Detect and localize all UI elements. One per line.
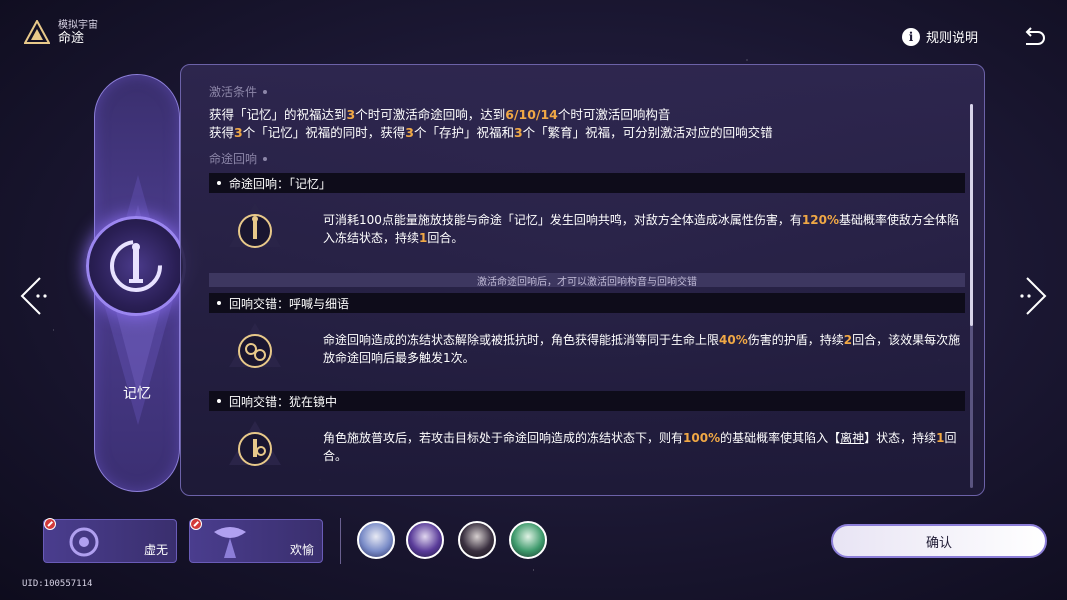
bullet-dot (217, 181, 221, 185)
team-avatar-2[interactable] (406, 521, 444, 559)
interplay2-title: 回响交错：犹在镜中 (229, 394, 338, 409)
team-avatar-4[interactable] (509, 521, 547, 559)
path-card-elation[interactable]: 欢愉 (189, 518, 323, 563)
interplay2-header: 回响交错：犹在镜中 (209, 391, 965, 411)
uid-label: UID:100557114 (22, 579, 93, 589)
interplay2-description: 角色施放普攻后，若攻击目标处于命途回响造成的冻结状态下，则有100%的基础概率使… (323, 431, 957, 463)
activation-notice: 激活命途回响后，才可以激活回响构音与回响交错 (209, 273, 965, 288)
interplay1-title: 回响交错：呼喊与细语 (229, 296, 350, 311)
bullet-dot (217, 301, 221, 305)
echo-heading: 命途回响 (209, 150, 965, 167)
path-card-name: 虚无 (143, 543, 168, 557)
page-title: 命途 (58, 30, 85, 46)
rules-button[interactable]: i 规则说明 (902, 27, 978, 46)
path-echo-header: 命途回响：「记忆」 (209, 173, 965, 193)
conditions-heading: 激活条件 (209, 83, 965, 100)
path-detail-panel: 激活条件 获得「记忆」的祝福达到3个时可激活命途回响，达到6/10/14个时可激… (180, 64, 985, 496)
previous-path-arrow[interactable] (18, 274, 54, 318)
next-path-arrow[interactable] (1013, 274, 1049, 318)
path-name-label: 记忆 (123, 386, 151, 402)
scrollbar-thumb[interactable] (970, 104, 973, 326)
interplay1-description: 命途回响造成的冻结状态解除或被抵抗时，角色获得能抵消等同于生命上限40%伤害的护… (323, 333, 961, 365)
rules-label: 规则说明 (926, 31, 979, 46)
path-card-name: 欢愉 (289, 543, 314, 557)
path-echo-body: 可消耗100点能量施放技能与命途「记忆」发生回响共鸣，对敌方全体造成冰属性伤害，… (209, 193, 965, 265)
banned-icon (190, 518, 202, 530)
condition-line-1: 获得「记忆」的祝福达到3个时可激活命途回响，达到6/10/14个时可激活回响构音 (209, 107, 671, 122)
nihility-icon (69, 527, 99, 557)
path-card-nihility[interactable]: 虚无 (43, 518, 177, 563)
interplay1-body: 命途回响造成的冻结状态解除或被抵抗时，角色获得能抵消等同于生命上限40%伤害的护… (209, 313, 965, 385)
interplay-shouts-icon (229, 323, 281, 368)
interplay-mirror-icon (229, 421, 281, 466)
remembrance-icon (110, 240, 162, 292)
header-subtitle: 模拟宇宙 (58, 20, 98, 31)
info-icon: i (902, 27, 920, 46)
bottom-divider (340, 518, 341, 564)
path-echo-title: 命途回响：「记忆」 (229, 176, 332, 191)
dissociation-keyword-link[interactable]: 离神 (840, 431, 864, 445)
back-button[interactable] (1022, 26, 1046, 48)
path-echo-icon (229, 203, 281, 248)
banned-icon (44, 518, 56, 530)
header-title-area: 模拟宇宙 命途 (24, 20, 98, 46)
interplay1-header: 回响交错：呼喊与细语 (209, 293, 965, 313)
simulated-universe-logo-icon (24, 20, 50, 45)
elation-icon (214, 527, 246, 558)
interplay2-body: 角色施放普攻后，若攻击目标处于命途回响造成的冻结状态下，则有100%的基础概率使… (209, 411, 965, 483)
bullet-dot (217, 399, 221, 403)
confirm-button[interactable]: 确认 (831, 524, 1047, 558)
path-echo-description: 可消耗100点能量施放技能与命途「记忆」发生回响共鸣，对敌方全体造成冰属性伤害，… (323, 213, 960, 245)
condition-line-2: 获得3个「记忆」祝福的同时，获得3个「存护」祝福和3个「繁育」祝福，可分别激活对… (209, 125, 773, 140)
team-avatar-3[interactable] (458, 521, 496, 559)
panel-content[interactable]: 激活条件 获得「记忆」的祝福达到3个时可激活命途回响，达到6/10/14个时可激… (209, 83, 965, 483)
path-emblem-remembrance (86, 216, 186, 316)
team-avatar-1[interactable] (357, 521, 395, 559)
